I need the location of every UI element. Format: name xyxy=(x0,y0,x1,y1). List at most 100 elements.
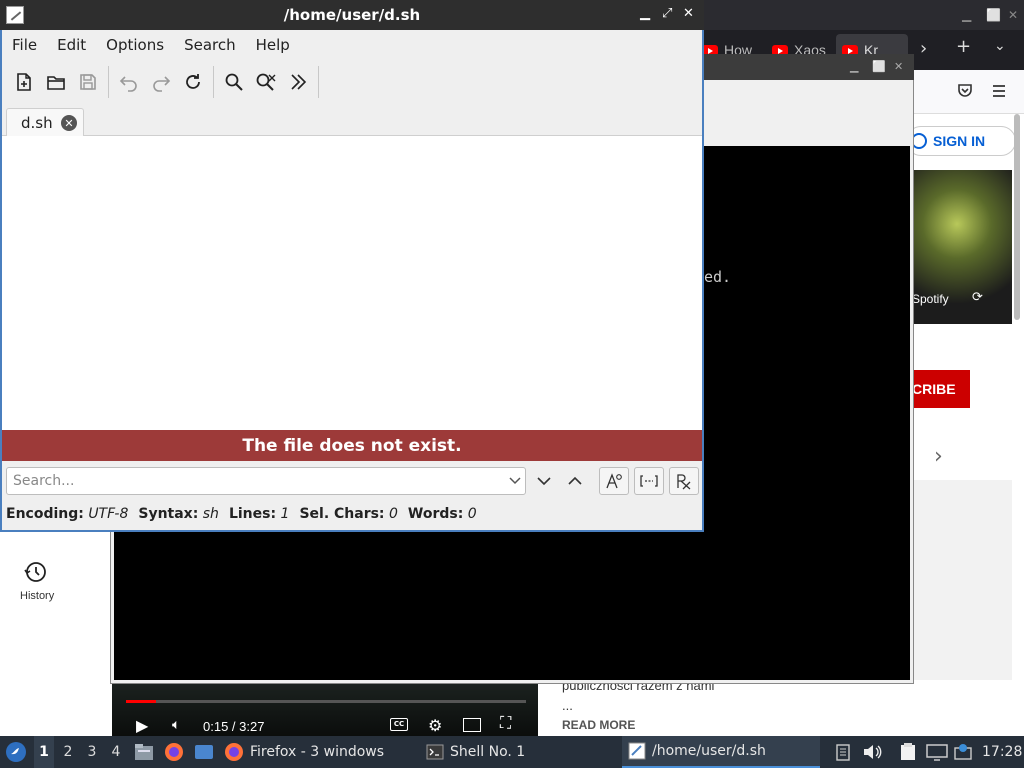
search-icon xyxy=(225,73,243,91)
save-icon xyxy=(80,74,96,90)
tray-display[interactable] xyxy=(926,736,948,768)
list-tabs-icon[interactable]: ⌄ xyxy=(994,38,1006,54)
find-previous-button[interactable] xyxy=(560,467,590,495)
menu-file[interactable]: File xyxy=(2,36,47,54)
workspace-2[interactable]: 2 xyxy=(58,736,78,768)
new-file-button[interactable] xyxy=(8,65,40,99)
page-scrollbar[interactable] xyxy=(1014,114,1020,320)
whole-word-button[interactable] xyxy=(634,467,664,495)
toolbar-separator xyxy=(108,66,109,98)
replace-button[interactable] xyxy=(250,65,282,99)
subscribe-label: CRIBE xyxy=(912,381,956,397)
tab-label: d.sh xyxy=(21,114,53,132)
settings-icon[interactable]: ⚙ xyxy=(428,716,442,736)
shell-minimize-button[interactable]: ▁ xyxy=(850,60,858,73)
task-firefox[interactable]: Firefox - 3 windows xyxy=(224,736,384,768)
history-icon[interactable] xyxy=(22,560,50,584)
firefox-icon xyxy=(165,743,183,761)
firefox-minimize-button[interactable]: ▁ xyxy=(962,8,971,22)
text-editor-icon xyxy=(628,742,646,760)
error-message-bar: The file does not exist. xyxy=(2,430,702,461)
status-lines: Lines: 1 xyxy=(228,506,290,522)
sign-in-button[interactable]: SIGN IN xyxy=(906,126,1016,156)
close-icon[interactable]: ✕ xyxy=(61,115,77,131)
volume-icon[interactable]: 🔈︎ xyxy=(172,716,180,733)
desktop-launcher[interactable] xyxy=(194,736,214,768)
menu-edit[interactable]: Edit xyxy=(47,36,96,54)
status-syntax: Syntax: sh xyxy=(138,506,219,522)
redo-button[interactable] xyxy=(145,65,177,99)
match-case-button[interactable] xyxy=(599,467,629,495)
double-chevron-right-icon xyxy=(291,74,307,90)
tray-clipboard[interactable] xyxy=(836,736,850,768)
status-sel-chars: Sel. Chars: 0 xyxy=(299,506,398,522)
workspace-1[interactable]: 1 xyxy=(34,736,54,768)
text-editor[interactable] xyxy=(2,136,702,430)
status-words: Words: 0 xyxy=(407,506,477,522)
save-button[interactable] xyxy=(72,65,104,99)
notes-icon xyxy=(901,743,915,760)
file-manager-icon xyxy=(135,744,153,760)
firefox-maximize-button[interactable]: ⬜ xyxy=(986,8,1001,22)
more-tools-button[interactable] xyxy=(282,65,314,99)
search-input[interactable] xyxy=(6,467,526,495)
chevron-down-icon[interactable] xyxy=(506,470,524,492)
miniplayer-icon[interactable] xyxy=(463,718,481,732)
chevron-right-icon[interactable]: › xyxy=(934,444,943,469)
tab-scroll-right-icon[interactable]: › xyxy=(920,38,927,59)
maximize-button[interactable]: ⤢ xyxy=(662,6,672,21)
monitor-icon xyxy=(926,744,948,761)
regex-button[interactable] xyxy=(669,467,699,495)
tab-d-sh[interactable]: d.sh ✕ xyxy=(6,108,84,137)
pocket-icon[interactable] xyxy=(956,82,974,100)
find-button[interactable] xyxy=(218,65,250,99)
open-file-button[interactable] xyxy=(40,65,72,99)
shell-close-button[interactable]: ✕ xyxy=(894,60,903,73)
redo-icon xyxy=(153,76,171,92)
firefox-close-button[interactable]: ✕ xyxy=(1008,8,1018,22)
menu-options[interactable]: Options xyxy=(96,36,174,54)
tabbar: d.sh ✕ xyxy=(2,106,702,137)
shell-maximize-button[interactable]: ⬜ xyxy=(872,60,886,73)
sign-in-label: SIGN IN xyxy=(933,133,986,149)
window-title: /home/user/d.sh xyxy=(283,6,421,24)
task-editor[interactable]: /home/user/d.sh xyxy=(622,736,820,768)
firefox-icon xyxy=(225,743,243,761)
firefox-launcher[interactable] xyxy=(164,736,184,768)
play-icon[interactable]: ▶ xyxy=(136,716,148,736)
clock[interactable]: 17:28 xyxy=(982,736,1022,768)
minimize-button[interactable]: ▁ xyxy=(640,6,650,21)
start-menu-button[interactable] xyxy=(4,736,28,768)
subscribe-button[interactable]: CRIBE xyxy=(912,370,970,408)
file-manager-launcher[interactable] xyxy=(134,736,154,768)
captions-icon[interactable]: CC xyxy=(390,718,408,731)
menubar: File Edit Options Search Help xyxy=(2,30,702,60)
close-button[interactable]: ✕ xyxy=(683,6,694,21)
task-shell[interactable]: Shell No. 1 xyxy=(426,736,525,768)
workspace-4[interactable]: 4 xyxy=(106,736,126,768)
tray-updates[interactable] xyxy=(954,736,974,768)
app-menu-icon xyxy=(6,742,26,762)
new-tab-icon[interactable]: + xyxy=(956,36,971,57)
new-file-icon xyxy=(17,73,31,91)
video-progress-track[interactable] xyxy=(126,700,526,703)
history-label[interactable]: History xyxy=(20,590,54,602)
menu-help[interactable]: Help xyxy=(246,36,300,54)
tray-volume[interactable] xyxy=(862,736,882,768)
find-next-button[interactable] xyxy=(529,467,559,495)
reload-icon xyxy=(186,74,200,89)
menu-icon[interactable] xyxy=(990,82,1008,100)
menu-search[interactable]: Search xyxy=(174,36,246,54)
spotify-label: Spotify xyxy=(912,292,949,306)
undo-button[interactable] xyxy=(113,65,145,99)
reload-button[interactable] xyxy=(177,65,209,99)
tray-notes[interactable] xyxy=(898,736,918,768)
read-more-link[interactable]: READ MORE xyxy=(562,718,635,732)
find-replace-icon xyxy=(256,73,276,91)
workspace-3[interactable]: 3 xyxy=(82,736,102,768)
app-icon xyxy=(6,6,24,24)
fullscreen-icon[interactable]: ⛶ xyxy=(500,715,511,733)
status-encoding: Encoding: UTF-8 xyxy=(6,506,129,522)
error-message: The file does not exist. xyxy=(242,435,462,456)
link-icon: ⟳ xyxy=(972,290,983,305)
